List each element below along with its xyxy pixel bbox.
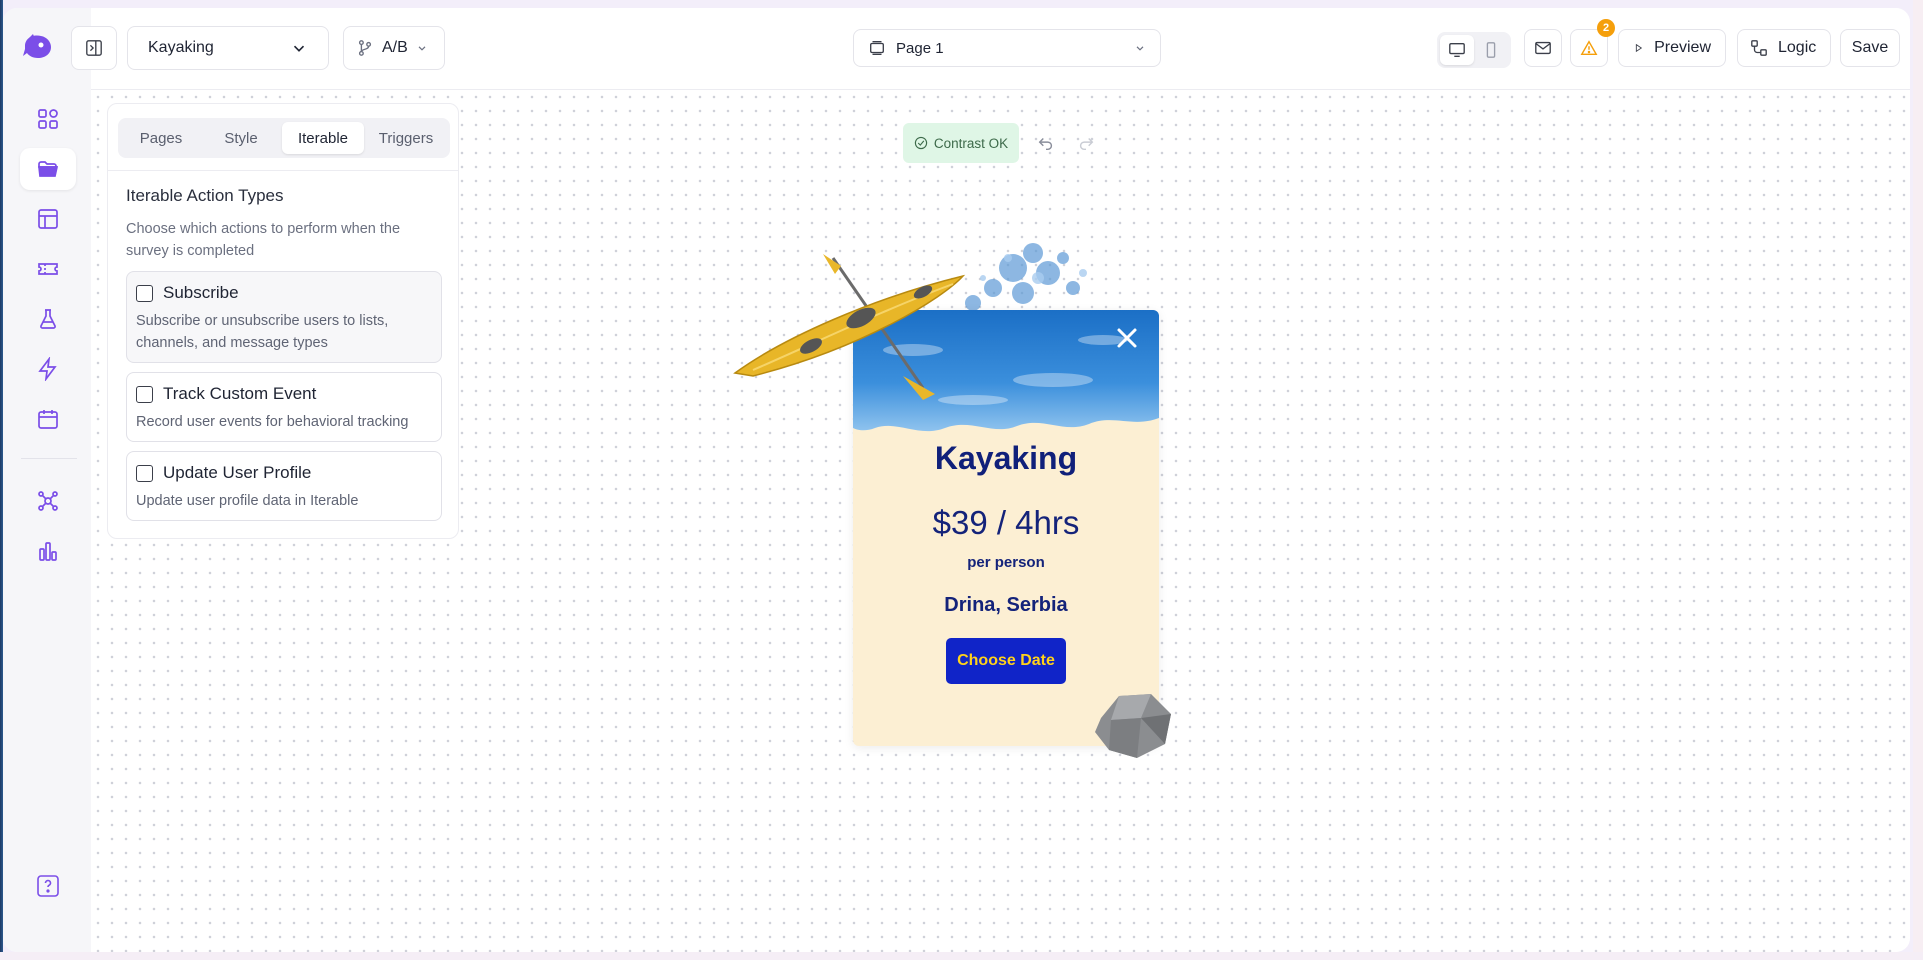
chevron-down-icon	[1136, 46, 1144, 51]
tab-pages[interactable]: Pages	[122, 122, 200, 154]
option-description: Update user profile data in Iterable	[136, 493, 359, 509]
settings-panel: Pages Style Iterable Triggers Iterable A…	[107, 103, 459, 539]
option-title: Update User Profile	[163, 463, 312, 482]
ab-test-label: A/B	[382, 39, 408, 56]
option-title: Subscribe	[163, 283, 239, 302]
device-toggle	[1437, 32, 1511, 68]
preview-button[interactable]: Preview	[1618, 29, 1726, 67]
dashboard-icon	[38, 109, 58, 129]
sidebar-item-analytics[interactable]	[20, 530, 76, 572]
folder-icon	[38, 161, 59, 177]
page-icon	[870, 41, 884, 55]
top-toolbar: Kayaking A/B Page 1 2 Preview Logic Save	[71, 8, 1910, 90]
sidebar-item-offers[interactable]	[20, 248, 76, 290]
warnings-count-badge: 2	[1597, 19, 1615, 37]
lightning-icon	[38, 357, 57, 381]
panel-title: Iterable Action Types	[126, 186, 284, 205]
logic-button[interactable]: Logic	[1737, 29, 1831, 67]
sidebar-item-dashboard[interactable]	[20, 98, 76, 140]
background-strip	[1913, 0, 1923, 960]
undo-icon[interactable]	[1037, 134, 1055, 152]
card-price: $39 / 4hrs	[932, 504, 1080, 541]
tab-triggers[interactable]: Triggers	[366, 122, 446, 154]
email-button[interactable]	[1524, 29, 1562, 67]
sidebar-item-experiments[interactable]	[20, 298, 76, 340]
mobile-view-button[interactable]	[1474, 35, 1508, 65]
option-description: Record user events for behavioral tracki…	[136, 414, 409, 430]
sidebar-item-surveys[interactable]	[20, 148, 76, 190]
tab-iterable[interactable]: Iterable	[282, 122, 364, 154]
desktop-icon	[1449, 43, 1465, 57]
option-track-custom-event[interactable]: Track Custom Event Record user events fo…	[126, 372, 442, 442]
track-custom-event-checkbox[interactable]	[136, 386, 153, 403]
chevron-down-icon	[418, 46, 426, 51]
survey-preview: Kayaking $39 / 4hrs per person Drina, Se…	[723, 228, 1183, 768]
choose-date-button[interactable]: Choose Date	[946, 638, 1066, 684]
sidebar-divider	[21, 458, 77, 459]
kayak-illustration	[733, 254, 966, 400]
panel-description: Choose which actions to perform when the…	[126, 221, 401, 259]
sidebar-item-templates[interactable]	[20, 198, 76, 240]
chevron-down-icon	[293, 45, 305, 52]
rock-illustration	[1095, 694, 1171, 758]
analytics-icon	[39, 542, 57, 561]
branch-icon	[358, 40, 372, 56]
brand-logo-icon[interactable]	[21, 32, 55, 62]
page-select[interactable]: Page 1	[853, 29, 1161, 67]
sidebar-item-automations[interactable]	[20, 348, 76, 390]
toggle-panel-button[interactable]	[71, 26, 117, 70]
page-select-value: Page 1	[896, 39, 944, 57]
logic-label: Logic	[1778, 39, 1817, 56]
close-icon[interactable]	[1113, 324, 1141, 352]
layout-icon	[38, 209, 58, 229]
panel-tabs: Pages Style Iterable Triggers	[118, 118, 450, 158]
option-title: Track Custom Event	[163, 384, 317, 403]
help-icon[interactable]	[36, 874, 60, 898]
card-price-subtitle: per person	[967, 554, 1045, 571]
flask-icon	[40, 309, 56, 329]
logic-icon	[1751, 40, 1767, 56]
save-button[interactable]: Save	[1840, 29, 1900, 67]
check-circle-icon	[914, 136, 928, 150]
option-description: Subscribe or unsubscribe users to lists,…	[136, 313, 389, 351]
mobile-icon	[1486, 42, 1496, 58]
contrast-status-label: Contrast OK	[933, 135, 1009, 151]
desktop-view-button[interactable]	[1440, 35, 1474, 65]
survey-select-value: Kayaking	[148, 39, 214, 56]
option-subscribe[interactable]: Subscribe Subscribe or unsubscribe users…	[126, 271, 442, 363]
sidebar-item-calendar[interactable]	[20, 398, 76, 440]
integrations-icon	[38, 491, 58, 511]
sidebar-item-integrations[interactable]	[20, 480, 76, 522]
ticket-icon	[38, 263, 58, 275]
redo-icon[interactable]	[1077, 134, 1095, 152]
panel-divider	[108, 170, 458, 171]
preview-label: Preview	[1654, 39, 1711, 56]
calendar-icon	[38, 410, 58, 429]
save-label: Save	[1851, 39, 1889, 56]
app-window: Kayaking A/B Page 1 2 Preview Logic Save…	[3, 8, 1910, 952]
warning-icon	[1580, 40, 1598, 56]
ab-test-button[interactable]: A/B	[343, 26, 445, 70]
card-location: Drina, Serbia	[944, 594, 1068, 616]
background-strip	[0, 952, 1923, 960]
play-icon	[1635, 43, 1643, 53]
update-user-profile-checkbox[interactable]	[136, 465, 153, 482]
option-update-user-profile[interactable]: Update User Profile Update user profile …	[126, 451, 442, 521]
sidebar	[3, 8, 91, 952]
subscribe-checkbox[interactable]	[136, 285, 153, 302]
contrast-status-badge: Contrast OK	[903, 123, 1019, 163]
warnings-button[interactable]: 2	[1570, 19, 1615, 67]
mail-icon	[1535, 41, 1551, 55]
tab-style[interactable]: Style	[202, 122, 280, 154]
survey-select[interactable]: Kayaking	[127, 26, 329, 70]
sidebar-toggle-icon	[86, 40, 102, 56]
